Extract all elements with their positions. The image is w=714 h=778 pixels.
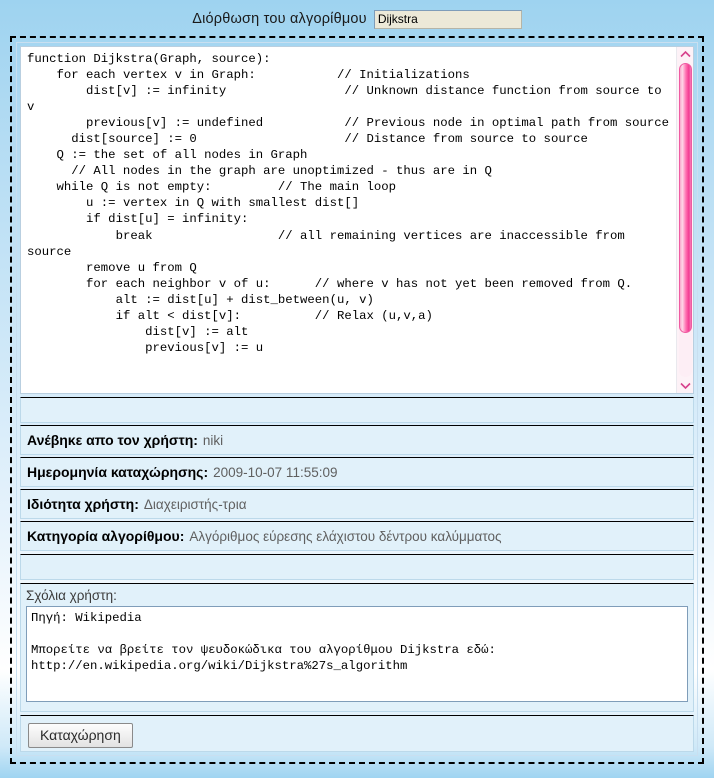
scroll-up-icon[interactable] [678, 47, 693, 62]
algorithm-category-label: Κατηγορία αλγορίθμου: [27, 528, 185, 544]
submission-date-label: Ημερομηνία καταχώρησης: [27, 464, 209, 480]
pseudocode-textarea[interactable] [21, 47, 676, 393]
meta-row-uploaded-by: Ανέβηκε απο τον χρήστη: niki [20, 425, 694, 455]
meta-row-submission-date: Ημερομηνία καταχώρησης: 2009-10-07 11:55… [20, 457, 694, 487]
page-title: Διόρθωση του αλγορίθμου [192, 11, 367, 27]
user-role-value: Διαχειριστής-τρια [143, 496, 247, 512]
pseudocode-editor [20, 46, 694, 394]
user-role-label: Ιδιότητα χρήστη: [27, 496, 139, 512]
edit-algorithm-form: Ανέβηκε απο τον χρήστη: niki Ημερομηνία … [10, 36, 704, 764]
scrollbar-track[interactable] [678, 63, 692, 377]
spacer-row-bottom [20, 554, 694, 580]
algorithm-category-value: Αλγόριθμος εύρεσης ελάχιστου δέντρου καλ… [189, 528, 502, 544]
meta-row-algorithm-category: Κατηγορία αλγορίθμου: Αλγόριθμος εύρεσης… [20, 521, 694, 551]
pseudocode-scrollbar[interactable] [676, 47, 693, 393]
scroll-down-icon[interactable] [678, 378, 693, 393]
user-comments-label: Σχόλια χρήστη: [26, 588, 117, 603]
spacer-row-top [20, 397, 694, 423]
meta-row-user-role: Ιδιότητα χρήστη: Διαχειριστής-τρια [20, 489, 694, 519]
submission-date-value: 2009-10-07 11:55:09 [213, 464, 338, 480]
submit-button[interactable]: Καταχώρηση [28, 723, 133, 748]
algorithm-name-input[interactable] [373, 9, 522, 29]
uploaded-by-label: Ανέβηκε απο τον χρήστη: [27, 432, 198, 448]
form-inner-panel: Ανέβηκε απο τον χρήστη: niki Ημερομηνία … [16, 42, 698, 756]
user-comments-block: Σχόλια χρήστη: [20, 583, 694, 712]
scrollbar-thumb[interactable] [678, 63, 692, 334]
submit-row: Καταχώρηση [20, 715, 694, 752]
page-header: Διόρθωση του αλγορίθμου [0, 0, 714, 36]
uploaded-by-value: niki [202, 432, 224, 448]
user-comments-textarea[interactable] [26, 606, 688, 702]
